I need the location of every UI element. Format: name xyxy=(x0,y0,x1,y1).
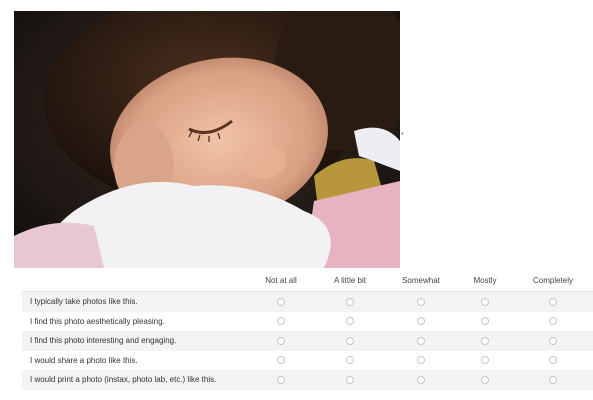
radio-button[interactable] xyxy=(346,336,354,345)
radio-button[interactable] xyxy=(277,356,285,365)
required-indicator: * xyxy=(401,132,404,139)
matrix-header: Not at all A little bit Somewhat Mostly … xyxy=(22,270,593,292)
radio-button[interactable] xyxy=(549,317,557,326)
radio-button[interactable] xyxy=(481,375,489,384)
radio-button[interactable] xyxy=(417,297,425,306)
radio-button[interactable] xyxy=(549,375,557,384)
radio-button[interactable] xyxy=(481,297,489,306)
radio-button[interactable] xyxy=(277,297,285,306)
option-header-a-little-bit: A little bit xyxy=(333,276,366,285)
option-header-not-at-all: Not at all xyxy=(265,276,297,285)
radio-button[interactable] xyxy=(481,336,489,345)
question-row: I typically take photos like this. xyxy=(22,292,593,312)
question-label: I would print a photo (instax, photo lab… xyxy=(30,375,217,385)
radio-button[interactable] xyxy=(417,336,425,345)
radio-button[interactable] xyxy=(346,356,354,365)
question-label: I would share a photo like this. xyxy=(30,355,138,365)
radio-button[interactable] xyxy=(417,356,425,365)
radio-button[interactable] xyxy=(417,317,425,326)
question-row: I would share a photo like this. xyxy=(22,351,593,371)
radio-button[interactable] xyxy=(481,317,489,326)
question-row: I would print a photo (instax, photo lab… xyxy=(22,370,593,390)
question-label: I find this photo interesting and engagi… xyxy=(30,336,177,346)
question-label: I typically take photos like this. xyxy=(30,297,138,307)
question-row: I find this photo aesthetically pleasing… xyxy=(22,312,593,332)
question-label: I find this photo aesthetically pleasing… xyxy=(30,316,165,326)
question-row: I find this photo interesting and engagi… xyxy=(22,331,593,351)
radio-button[interactable] xyxy=(346,375,354,384)
survey-photo xyxy=(14,11,400,268)
radio-button[interactable] xyxy=(417,375,425,384)
radio-button[interactable] xyxy=(549,297,557,306)
radio-button[interactable] xyxy=(346,317,354,326)
radio-button[interactable] xyxy=(549,336,557,345)
radio-button[interactable] xyxy=(277,317,285,326)
option-header-mostly: Mostly xyxy=(473,276,497,285)
likert-matrix: Not at all A little bit Somewhat Mostly … xyxy=(22,270,593,390)
radio-button[interactable] xyxy=(277,375,285,384)
radio-button[interactable] xyxy=(346,297,354,306)
radio-button[interactable] xyxy=(277,336,285,345)
option-header-somewhat: Somewhat xyxy=(402,276,440,285)
option-header-completely: Completely xyxy=(532,276,573,285)
radio-button[interactable] xyxy=(481,356,489,365)
radio-button[interactable] xyxy=(549,356,557,365)
